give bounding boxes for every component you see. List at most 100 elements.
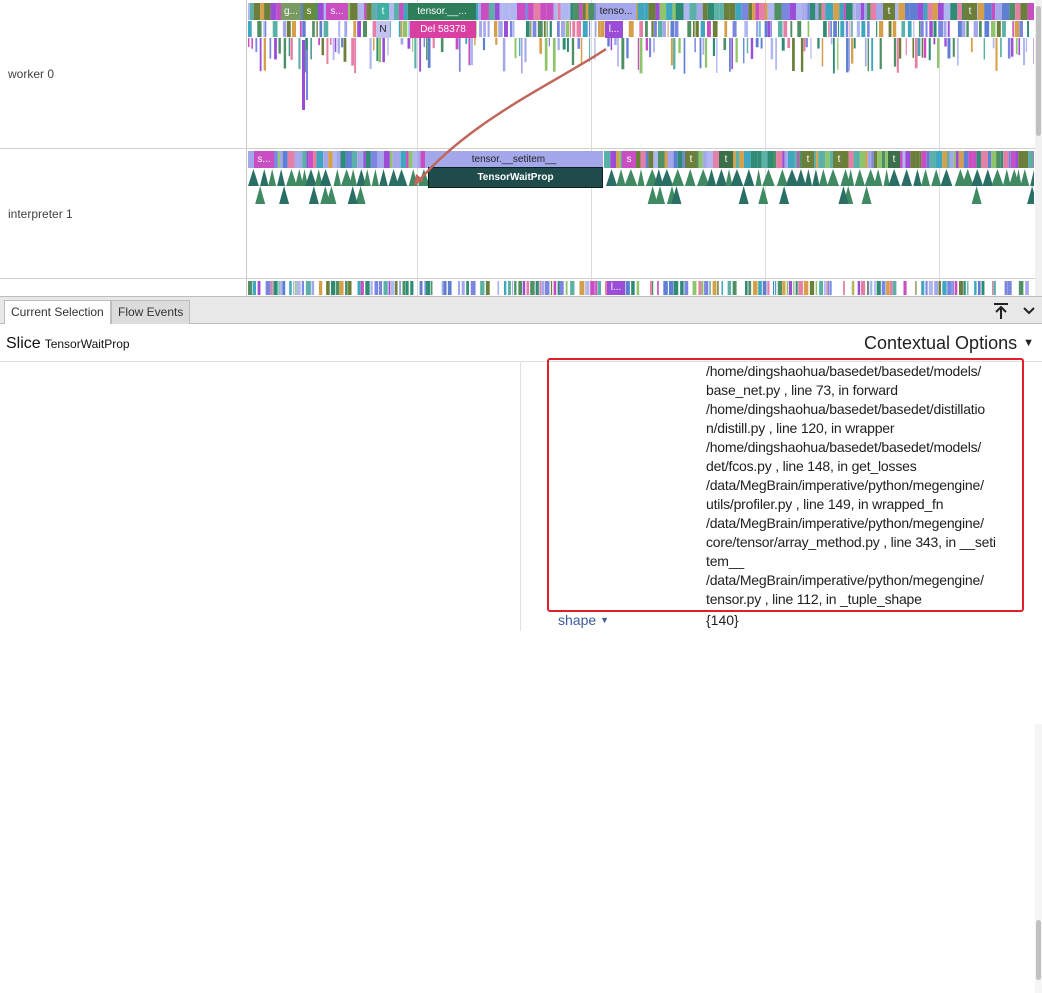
trace-slice[interactable]: [248, 281, 252, 295]
trace-slice[interactable]: [649, 38, 651, 57]
trace-slice[interactable]: [893, 21, 897, 37]
trace-slice[interactable]: [704, 281, 708, 295]
instant-event-marker[interactable]: [255, 186, 265, 204]
trace-slice[interactable]: [414, 38, 416, 68]
trace-slice[interactable]: [547, 21, 548, 37]
trace-slice[interactable]: [803, 3, 805, 20]
trace-slice[interactable]: [657, 281, 659, 295]
instant-event-marker[interactable]: [248, 169, 259, 186]
trace-slice[interactable]: [333, 151, 337, 168]
trace-slice[interactable]: [470, 38, 473, 65]
trace-slice[interactable]: [331, 281, 335, 295]
trace-slice[interactable]: [846, 21, 848, 37]
instant-event-marker[interactable]: [660, 169, 673, 186]
trace-slice[interactable]: [893, 281, 897, 295]
instant-event-marker[interactable]: [971, 169, 983, 186]
trace-slice[interactable]: [782, 151, 784, 168]
trace-slice[interactable]: [650, 281, 652, 295]
trace-slice[interactable]: [483, 38, 485, 50]
trace-slice[interactable]: [554, 281, 557, 295]
trace-slice[interactable]: [944, 21, 947, 37]
trace-slice[interactable]: [614, 38, 617, 45]
trace-slice[interactable]: [944, 3, 950, 20]
trace-slice[interactable]: [572, 38, 574, 65]
trace-slice[interactable]: [370, 281, 372, 295]
trace-slice[interactable]: [1016, 38, 1018, 54]
trace-slice[interactable]: [365, 281, 369, 295]
trace-slice[interactable]: [771, 38, 774, 59]
trace-slice[interactable]: [861, 3, 864, 20]
trace-slice[interactable]: [839, 3, 843, 20]
trace-slice[interactable]: [358, 281, 361, 295]
trace-slice[interactable]: [382, 38, 385, 62]
trace-slice[interactable]: [915, 151, 919, 168]
trace-slice[interactable]: [678, 38, 680, 53]
instant-event-marker[interactable]: [1020, 169, 1029, 186]
trace-slice[interactable]: [703, 38, 705, 55]
trace-slice[interactable]: [947, 281, 952, 295]
trace-slice[interactable]: [577, 21, 582, 37]
trace-slice[interactable]: [302, 21, 305, 37]
trace-slice[interactable]: [713, 281, 717, 295]
trace-slice[interactable]: [767, 3, 774, 20]
slice-label[interactable]: s: [303, 3, 315, 20]
trace-slice[interactable]: [788, 151, 794, 168]
trace-slice[interactable]: [646, 38, 648, 50]
trace-slice[interactable]: [322, 38, 324, 55]
trace-slice[interactable]: [724, 3, 730, 20]
trace-slice[interactable]: [668, 21, 669, 37]
trace-slice[interactable]: [932, 3, 937, 20]
trace-slice[interactable]: [860, 151, 866, 168]
trace-slice[interactable]: [844, 3, 846, 20]
instant-event-marker[interactable]: [616, 169, 625, 186]
trace-slice[interactable]: [374, 281, 378, 295]
trace-slice[interactable]: [419, 38, 421, 72]
trace-slice[interactable]: [674, 151, 678, 168]
trace-slice[interactable]: [774, 3, 781, 20]
trace-slice[interactable]: [412, 151, 417, 168]
trace-slice[interactable]: [583, 21, 588, 37]
trace-slice[interactable]: [701, 21, 705, 37]
instant-event-marker[interactable]: [779, 186, 789, 204]
instant-event-marker[interactable]: [962, 169, 974, 186]
instant-event-marker[interactable]: [777, 169, 788, 186]
instant-event-marker[interactable]: [725, 169, 732, 186]
trace-slice[interactable]: [713, 38, 715, 56]
trace-slice[interactable]: [822, 3, 825, 20]
trace-slice[interactable]: [558, 38, 560, 50]
trace-slice[interactable]: [274, 38, 277, 59]
trace-slice[interactable]: [466, 281, 469, 295]
trace-slice[interactable]: [336, 281, 340, 295]
trace-slice[interactable]: [521, 38, 523, 73]
trace-slice[interactable]: [519, 38, 521, 56]
trace-slice[interactable]: [927, 151, 930, 168]
trace-slice[interactable]: [752, 3, 755, 20]
trace-slice[interactable]: [306, 281, 311, 295]
trace-slice[interactable]: [843, 281, 845, 295]
trace-slice[interactable]: [1015, 3, 1020, 20]
trace-slice[interactable]: [571, 3, 574, 20]
trace-slice[interactable]: [600, 21, 604, 37]
trace-slice[interactable]: [589, 38, 590, 62]
trace-slice[interactable]: [526, 21, 530, 37]
trace-slice[interactable]: [675, 21, 679, 37]
trace-slice[interactable]: [621, 38, 624, 69]
trace-slice[interactable]: [974, 21, 978, 37]
trace-slice[interactable]: [629, 21, 634, 37]
trace-slice[interactable]: [403, 3, 407, 20]
trace-slice[interactable]: [950, 151, 954, 168]
trace-slice[interactable]: [253, 281, 256, 295]
instant-event-marker[interactable]: [309, 186, 319, 204]
trace-slice[interactable]: [730, 3, 735, 20]
trace-slice[interactable]: [910, 3, 918, 20]
trace-slice[interactable]: [707, 21, 711, 37]
instant-event-marker[interactable]: [805, 169, 812, 186]
trace-slice[interactable]: [866, 151, 868, 168]
trace-slice[interactable]: [319, 281, 322, 295]
trace-slice[interactable]: [789, 281, 792, 295]
trace-slice[interactable]: [595, 21, 597, 37]
trace-slice[interactable]: [915, 38, 918, 68]
trace-slice[interactable]: [816, 151, 818, 168]
trace-slice[interactable]: [377, 151, 384, 168]
trace-slice[interactable]: [808, 21, 810, 37]
